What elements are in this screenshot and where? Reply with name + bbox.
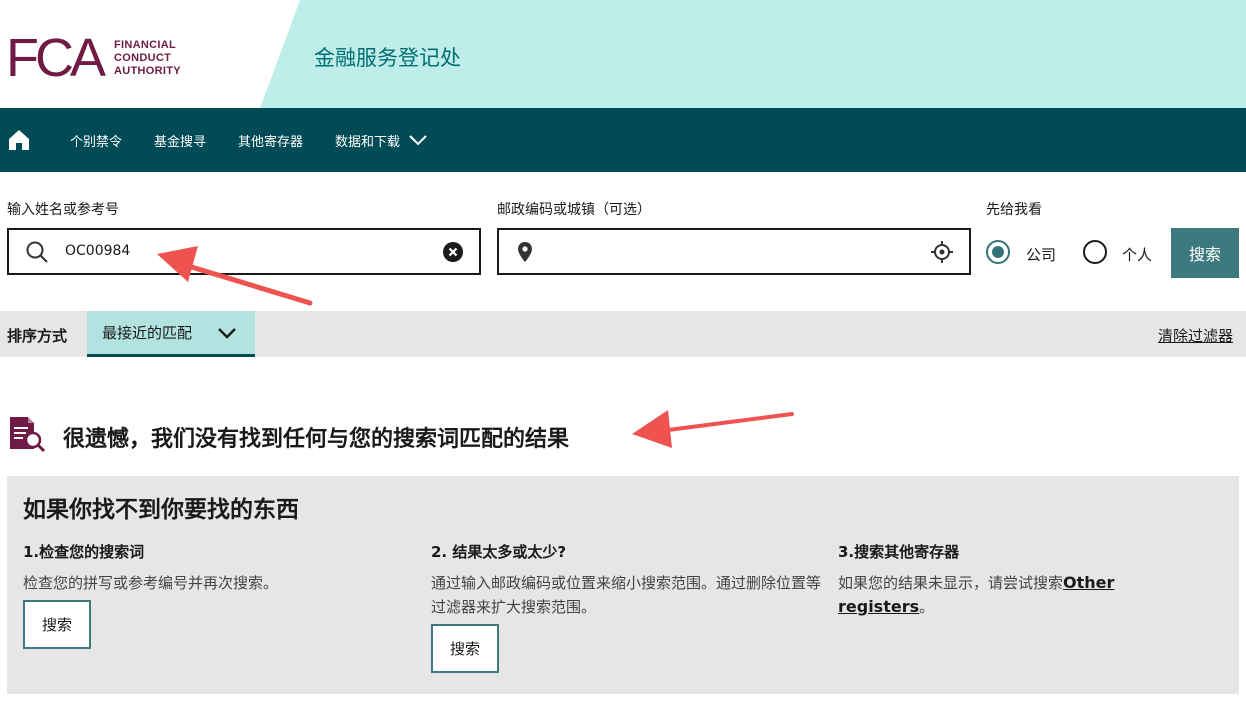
help-title: 如果你找不到你要找的东西	[23, 497, 299, 523]
sort-bar: 排序方式 最接近的匹配 清除过滤器	[0, 311, 1246, 357]
firm-radio[interactable]	[986, 240, 1010, 264]
crosshair-icon[interactable]	[931, 241, 953, 263]
location-label: 邮政编码或城镇（可选）	[497, 202, 651, 218]
sort-label: 排序方式	[7, 327, 68, 345]
logo-text-line: CONDUCT	[114, 51, 172, 64]
nav-item-individual-prohibitions[interactable]: 个别禁令	[70, 131, 122, 150]
no-results-icon	[10, 417, 46, 453]
logo-text-line: AUTHORITY	[114, 64, 181, 77]
site-title[interactable]: 金融服务登记处	[314, 42, 461, 72]
logo-text-line: FINANCIAL	[114, 38, 176, 51]
sort-select[interactable]: 最接近的匹配	[87, 311, 255, 357]
main-nav: 个别禁令 基金搜寻 其他寄存器 数据和下载	[0, 108, 1246, 172]
help-column-refine: 2. 结果太多或太少? 通过输入邮政编码或位置来缩小搜索范围。通过删除位置等过滤…	[431, 541, 821, 673]
annotation-arrow-message	[632, 410, 794, 448]
location-pin-icon	[518, 242, 532, 262]
help-column-other-registers: 3.搜索其他寄存器 如果您的结果未显示，请尝试搜索Other registers…	[838, 541, 1148, 619]
nav-item-other-registers[interactable]: 其他寄存器	[238, 131, 303, 150]
name-search-label: 输入姓名或参考号	[7, 202, 119, 218]
nav-item-label: 数据和下载	[335, 134, 401, 150]
nav-item-data-downloads[interactable]: 数据和下载	[335, 131, 428, 150]
name-search-input[interactable]: OC00984	[7, 228, 481, 275]
help-search-button[interactable]: 搜索	[431, 624, 499, 673]
help-panel: 如果你找不到你要找的东西 1.检查您的搜索词 检查您的拼写或参考编号并再次搜索。…	[7, 476, 1239, 694]
sort-selected-value: 最接近的匹配	[102, 324, 193, 342]
help-search-button[interactable]: 搜索	[23, 600, 91, 649]
clear-filters-link[interactable]: 清除过滤器	[1158, 325, 1233, 346]
chevron-down-icon	[409, 135, 427, 146]
help-column-text-suffix: 。	[919, 598, 935, 616]
nav-item-label: 其他寄存器	[238, 134, 304, 150]
no-results-message: 很遗憾，我们没有找到任何与您的搜索词匹配的结果	[63, 427, 570, 452]
search-button[interactable]: 搜索	[1171, 228, 1239, 278]
nav-item-label: 基金搜寻	[154, 134, 207, 150]
logo-text: FINANCIAL CONDUCT AUTHORITY	[114, 39, 181, 78]
clear-icon[interactable]	[442, 241, 464, 263]
name-search-value: OC00984	[65, 243, 131, 259]
chevron-down-icon	[218, 328, 236, 339]
help-column-text: 检查您的拼写或参考编号并再次搜索。	[23, 574, 279, 592]
nav-item-label: 个别禁令	[70, 134, 123, 150]
help-column-heading: 3.搜索其他寄存器	[838, 543, 960, 561]
help-column-text: 如果您的结果未显示，请尝试搜索Other registers。	[838, 571, 1148, 619]
person-radio-label[interactable]: 个人	[1122, 244, 1152, 265]
show-me-label: 先给我看	[986, 202, 1042, 218]
help-column-text-body: 如果您的结果未显示，请尝试搜索	[838, 574, 1064, 592]
home-icon	[9, 130, 29, 150]
location-input[interactable]	[497, 228, 971, 275]
firm-radio-label[interactable]: 公司	[1026, 244, 1056, 265]
help-column-heading: 1.检查您的搜索词	[23, 543, 145, 561]
home-button[interactable]	[0, 108, 38, 172]
logo-mark: FCA	[6, 28, 106, 88]
help-column-heading: 2. 结果太多或太少?	[431, 543, 567, 561]
site-header: FCA FINANCIAL CONDUCT AUTHORITY 金融服务登记处	[0, 0, 1246, 108]
person-radio[interactable]	[1083, 240, 1107, 264]
fca-logo[interactable]: FCA FINANCIAL CONDUCT AUTHORITY	[6, 28, 181, 88]
help-column-text: 通过输入邮政编码或位置来缩小搜索范围。通过删除位置等过滤器来扩大搜索范围。	[431, 574, 822, 616]
search-icon	[26, 241, 48, 263]
nav-item-fund-search[interactable]: 基金搜寻	[154, 131, 206, 150]
help-column-check-terms: 1.检查您的搜索词 检查您的拼写或参考编号并再次搜索。 搜索	[23, 541, 418, 649]
